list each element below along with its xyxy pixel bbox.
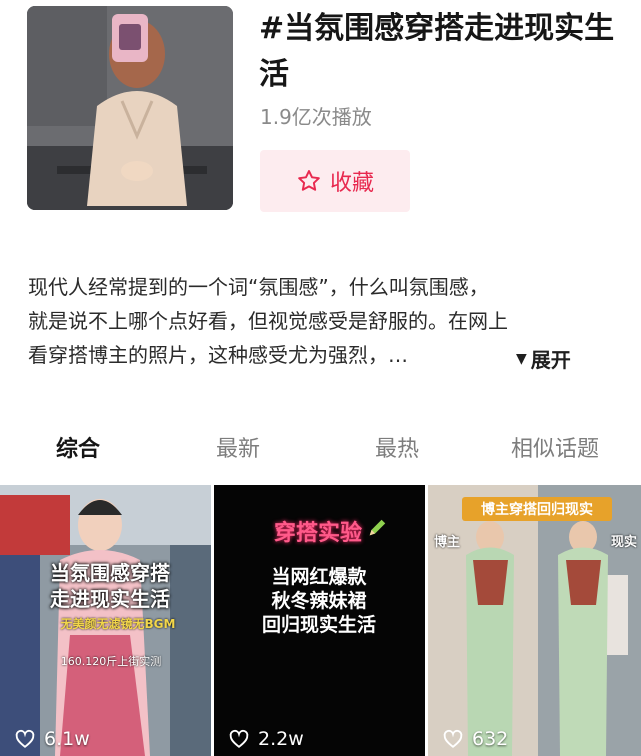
video-subline: 无美颜无滤镜无BGM bbox=[60, 617, 176, 631]
expand-label: 展开 bbox=[530, 348, 571, 372]
video-thumbnail bbox=[428, 485, 641, 756]
video-overlay-title: 穿搭实验 bbox=[273, 521, 362, 546]
heart-icon bbox=[15, 729, 35, 748]
tab-hottest[interactable]: 最热 bbox=[375, 431, 419, 463]
like-count-value: 6.1w bbox=[44, 728, 90, 750]
like-count: 2.2w bbox=[228, 728, 304, 750]
heart-icon bbox=[229, 729, 249, 748]
video-overlay-title: 走进现实生活 bbox=[50, 587, 170, 611]
expand-button[interactable]: ▼ 展开 bbox=[516, 344, 571, 373]
video-side-label: 现实 bbox=[610, 535, 637, 550]
like-count-value: 2.2w bbox=[258, 728, 304, 750]
video-overlay-line: 回归现实生活 bbox=[261, 614, 376, 636]
like-count: 632 bbox=[442, 728, 508, 750]
video-footnote: 160.120斤上街实测 bbox=[60, 655, 162, 668]
video-card[interactable]: 穿搭实验 当网红爆款 秋冬辣妹裙 回归现实生活 2.2w bbox=[214, 485, 425, 756]
description-line: 现代人经常提到的一个词“氛围感”，什么叫氛围感， bbox=[28, 275, 489, 299]
video-card[interactable]: 博主穿搭回归现实 博主 现实 632 bbox=[428, 485, 641, 756]
star-icon bbox=[298, 170, 320, 191]
video-overlay-title: 当氛围感穿搭 bbox=[50, 561, 170, 585]
heart-icon bbox=[443, 729, 463, 748]
topic-cover-image[interactable] bbox=[27, 6, 233, 210]
video-overlay-line: 当网红爆款 bbox=[271, 566, 367, 588]
like-count-value: 632 bbox=[472, 728, 509, 750]
triangle-down-icon: ▼ bbox=[516, 350, 527, 367]
video-grid: 当氛围感穿搭 走进现实生活 无美颜无滤镜无BGM 160.120斤上街实测 6.… bbox=[0, 485, 641, 756]
tab-latest[interactable]: 最新 bbox=[216, 431, 260, 463]
tab-comprehensive[interactable]: 综合 bbox=[56, 431, 100, 463]
topic-title: #当氛围感穿搭走进现实生活 bbox=[259, 11, 615, 92]
tab-similar-topics[interactable]: 相似话题 bbox=[511, 431, 599, 463]
video-side-label: 博主 bbox=[433, 535, 460, 550]
favorite-button[interactable]: 收藏 bbox=[260, 150, 410, 212]
favorite-label: 收藏 bbox=[329, 171, 374, 196]
play-count: 1.9亿次播放 bbox=[260, 105, 372, 129]
video-card[interactable]: 当氛围感穿搭 走进现实生活 无美颜无滤镜无BGM 160.120斤上街实测 6.… bbox=[0, 485, 211, 756]
description-line: 就是说不上哪个点好看，但视觉感受是舒服的。在网上 bbox=[28, 309, 508, 333]
pencil-icon bbox=[369, 519, 386, 536]
video-overlay-title: 博主穿搭回归现实 bbox=[462, 497, 612, 521]
video-overlay-line: 秋冬辣妹裙 bbox=[271, 590, 367, 612]
like-count: 6.1w bbox=[14, 728, 90, 750]
tab-bar: 综合 最新 最热 相似话题 bbox=[0, 425, 641, 475]
